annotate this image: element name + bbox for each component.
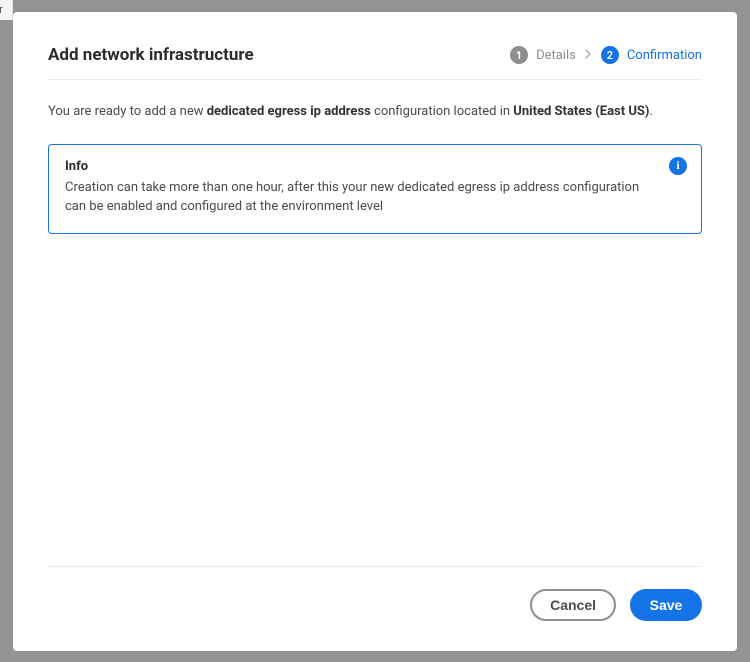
info-icon: i [669, 157, 687, 175]
modal-body: You are ready to add a new dedicated egr… [48, 80, 702, 566]
confirmation-intro-text: You are ready to add a new dedicated egr… [48, 102, 702, 122]
modal-footer: Cancel Save [48, 566, 702, 621]
chevron-right-icon [585, 48, 592, 63]
stepper: 1 Details 2 Confirmation [510, 46, 702, 64]
background-sidebar-fragment: ver [0, 0, 13, 20]
info-callout: i Info Creation can take more than one h… [48, 144, 702, 234]
modal-backdrop: ver Add network infrastructure 1 Details… [0, 0, 750, 662]
step-number-icon: 1 [510, 46, 528, 64]
add-network-infrastructure-modal: Add network infrastructure 1 Details 2 C… [13, 12, 737, 651]
info-callout-title: Info [65, 159, 685, 174]
step-details[interactable]: 1 Details [510, 46, 576, 64]
step-number-icon: 2 [601, 46, 619, 64]
cancel-button[interactable]: Cancel [530, 589, 616, 621]
modal-header: Add network infrastructure 1 Details 2 C… [48, 45, 702, 80]
info-callout-text: Creation can take more than one hour, af… [65, 178, 685, 217]
background-text: ver [0, 3, 3, 16]
step-label: Confirmation [627, 48, 702, 63]
save-button[interactable]: Save [630, 589, 702, 621]
step-confirmation[interactable]: 2 Confirmation [601, 46, 702, 64]
modal-title: Add network infrastructure [48, 45, 254, 65]
step-label: Details [536, 48, 576, 63]
